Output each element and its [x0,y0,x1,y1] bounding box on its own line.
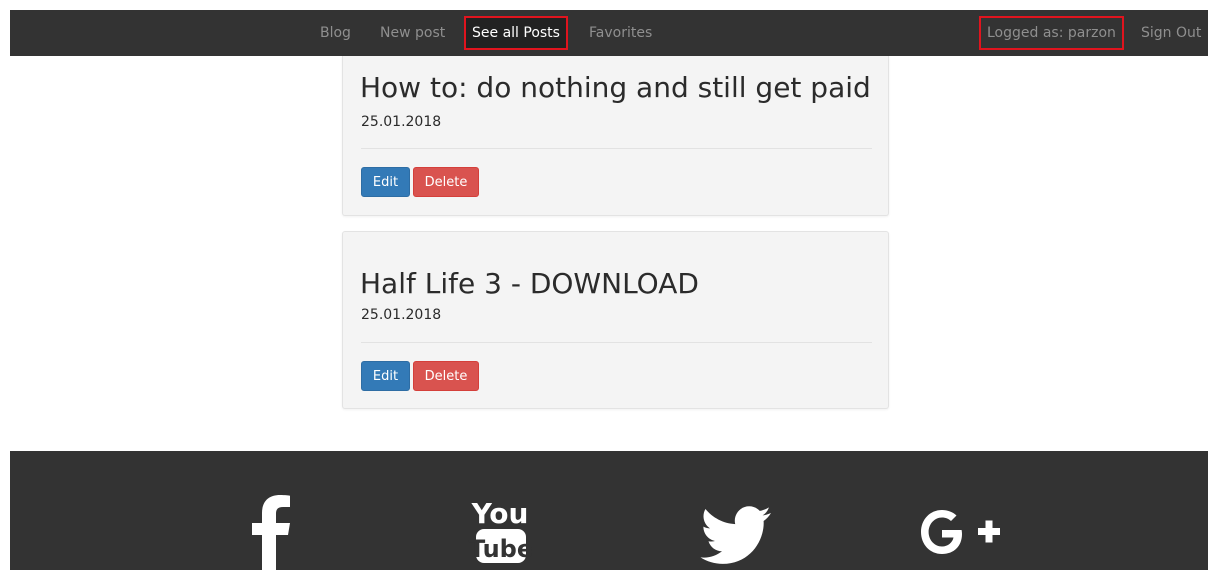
post-card: Half Life 3 - DOWNLOAD 25.01.2018 Edit D… [342,231,889,409]
youtube-icon[interactable]: You Tube [468,495,532,570]
post-date: 25.01.2018 [361,114,442,130]
post-date: 25.01.2018 [361,307,442,323]
nav-favorites-link[interactable]: Favorites [589,10,652,56]
post-divider [361,148,872,149]
post-divider [361,342,872,343]
edit-button[interactable]: Edit [361,167,410,197]
top-navbar: Blog New post See all Posts Favorites Lo… [10,10,1208,56]
youtube-text-top: You [471,497,529,530]
post-title: How to: do nothing and still get paid [360,71,871,104]
youtube-text-bottom: Tube [469,535,532,563]
google-plus-icon[interactable] [920,506,1020,566]
post-card: How to: do nothing and still get paid 25… [342,56,889,216]
logged-user-label[interactable]: Logged as: parzon [979,16,1124,50]
delete-button[interactable]: Delete [413,167,479,197]
sign-out-link[interactable]: Sign Out [1141,10,1201,56]
footer: You Tube [10,451,1208,570]
nav-see-all-posts-link[interactable]: See all Posts [464,16,568,50]
edit-button[interactable]: Edit [361,361,410,391]
delete-button[interactable]: Delete [413,361,479,391]
twitter-icon[interactable] [700,506,772,566]
facebook-icon[interactable] [250,495,292,570]
post-title: Half Life 3 - DOWNLOAD [360,267,699,300]
nav-new-post-link[interactable]: New post [380,10,445,56]
nav-blog-link[interactable]: Blog [320,10,351,56]
